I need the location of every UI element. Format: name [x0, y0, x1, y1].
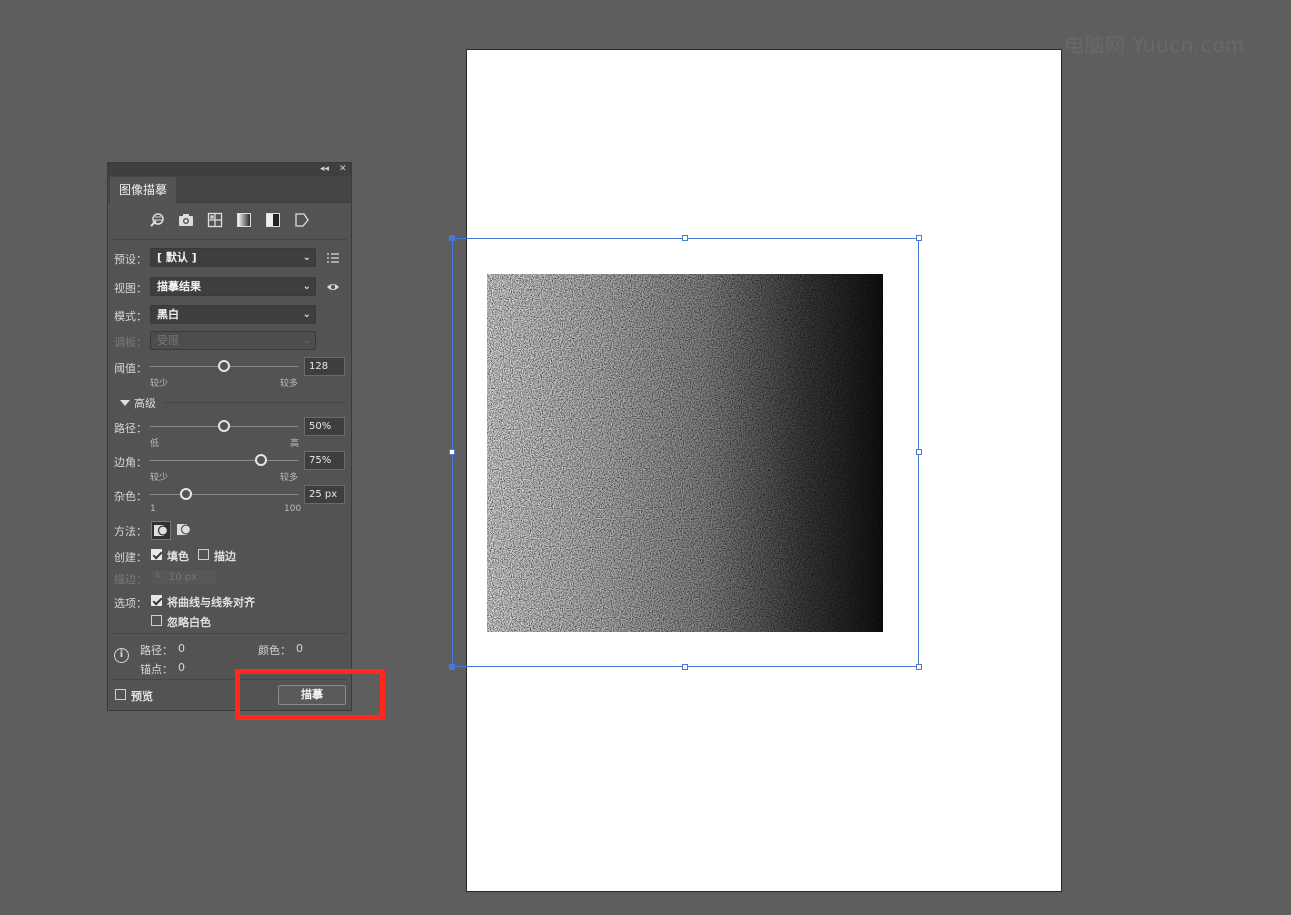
view-label: 视图： — [114, 282, 147, 295]
preview-checkbox[interactable] — [115, 689, 126, 700]
disclosure-triangle-icon — [120, 400, 130, 406]
options-label: 选项： — [114, 597, 147, 610]
noise-low-label: 1 — [150, 504, 156, 514]
create-label: 创建： — [114, 551, 147, 564]
noise-slider-thumb[interactable] — [179, 488, 192, 500]
palette-label: 调板： — [114, 336, 147, 349]
panel-title-bar[interactable]: ◂◂ ✕ — [108, 163, 351, 176]
info-icon: i — [114, 648, 129, 663]
grayscale-icon[interactable] — [236, 212, 252, 228]
ignore-white-checkbox[interactable] — [151, 615, 162, 626]
image-trace-panel: ◂◂ ✕ 图像描摹 预设： [默认] ⌄ 视图： 描摹结果 ⌄ 模式： 黑白… — [107, 162, 352, 711]
threshold-slider-thumb[interactable] — [218, 360, 230, 372]
corners-input[interactable]: 75% — [304, 451, 345, 470]
palette-value: 受限 — [157, 334, 179, 347]
close-icon[interactable]: ✕ — [339, 163, 347, 176]
overlapping-method-icon — [177, 524, 192, 535]
chevron-down-icon: ⌄ — [302, 335, 311, 346]
handle-top-right[interactable] — [916, 235, 922, 241]
stroke-width-label: 描边： — [114, 573, 147, 586]
paths-low-label: 低 — [150, 439, 160, 449]
ignore-white-label: 忽略白色 — [167, 616, 211, 629]
divider — [112, 633, 347, 634]
corners-high-label: 较多 — [280, 473, 299, 483]
corners-label: 边角： — [114, 456, 147, 469]
info-anchors-value: 0 — [178, 661, 185, 674]
threshold-input[interactable]: 128 — [304, 357, 345, 376]
corners-slider-thumb[interactable] — [255, 454, 267, 466]
divider — [112, 239, 347, 240]
divider — [164, 402, 347, 403]
paths-input[interactable]: 50% — [304, 417, 345, 436]
low-color-icon[interactable] — [207, 212, 223, 228]
trace-button-highlight — [235, 669, 385, 720]
eye-icon[interactable] — [326, 280, 340, 294]
collapse-icon[interactable]: ◂◂ — [320, 163, 329, 176]
handle-top-center[interactable] — [682, 235, 688, 241]
selection-bounding-box[interactable] — [452, 238, 919, 667]
handle-top-left[interactable] — [449, 235, 455, 241]
mode-label: 模式： — [114, 310, 147, 323]
info-paths-value: 0 — [178, 642, 185, 655]
chevron-down-icon: ⌄ — [302, 252, 311, 263]
stepper-icon: ⇳ — [154, 571, 162, 581]
corners-low-label: 较少 — [150, 473, 169, 483]
method-abutting-button[interactable] — [151, 521, 171, 540]
preset-icon-row — [108, 210, 351, 232]
preset-menu-icon[interactable] — [326, 251, 340, 265]
snap-curves-label: 将曲线与线条对齐 — [167, 596, 255, 609]
method-overlapping-button[interactable] — [175, 521, 195, 540]
threshold-label: 阈值： — [114, 362, 147, 375]
noise-label: 杂色： — [114, 490, 147, 503]
noise-input[interactable]: 25 px — [304, 485, 345, 504]
threshold-high-label: 较多 — [280, 379, 299, 389]
paths-label: 路径： — [114, 422, 147, 435]
abutting-method-icon — [154, 525, 169, 536]
handle-bottom-right[interactable] — [916, 664, 922, 670]
mode-select[interactable]: 黑白 ⌄ — [150, 305, 316, 324]
handle-middle-right[interactable] — [916, 449, 922, 455]
noise-high-label: 100 — [284, 504, 302, 514]
info-colors-value: 0 — [296, 642, 303, 655]
fill-checkbox[interactable] — [151, 549, 162, 560]
fill-label: 填色 — [167, 550, 189, 563]
threshold-low-label: 较少 — [150, 379, 169, 389]
panel-tab-row: 图像描摹 — [108, 176, 351, 204]
paths-slider-thumb[interactable] — [218, 420, 230, 432]
method-label: 方法： — [114, 525, 147, 538]
stroke-label: 描边 — [214, 550, 236, 563]
noise-slider-track[interactable] — [150, 494, 298, 495]
info-paths-label: 路径： — [140, 644, 173, 657]
handle-bottom-center[interactable] — [682, 664, 688, 670]
mode-value: 黑白 — [157, 308, 179, 321]
advanced-section-toggle[interactable]: 高级 — [120, 395, 156, 411]
preset-value: [ 默认 ] — [157, 251, 197, 264]
stroke-width-value: 10 px — [169, 572, 198, 583]
stroke-checkbox[interactable] — [198, 549, 209, 560]
info-colors-label: 颜色： — [258, 644, 291, 657]
preset-label: 预设： — [114, 253, 147, 266]
preview-label: 预览 — [131, 690, 153, 703]
paths-high-label: 高 — [290, 439, 300, 449]
corners-slider-track[interactable] — [150, 460, 298, 461]
handle-middle-left[interactable] — [449, 449, 455, 455]
snap-curves-checkbox[interactable] — [151, 595, 162, 606]
auto-color-icon[interactable] — [149, 212, 165, 228]
preset-select[interactable]: [ 默认 ] ⌄ — [150, 248, 316, 267]
view-select[interactable]: 描摹结果 ⌄ — [150, 277, 316, 296]
watermark: 电脑网 Yuucn.com — [1064, 33, 1245, 57]
high-color-icon[interactable] — [178, 212, 194, 228]
chevron-down-icon: ⌄ — [302, 309, 311, 320]
tab-image-trace[interactable]: 图像描摹 — [110, 177, 176, 204]
view-value: 描摹结果 — [157, 280, 201, 293]
chevron-down-icon: ⌄ — [302, 281, 311, 292]
black-white-icon[interactable] — [265, 212, 281, 228]
palette-select: 受限 ⌄ — [150, 331, 316, 350]
handle-bottom-left[interactable] — [449, 664, 455, 670]
outline-icon[interactable] — [294, 212, 310, 228]
info-anchors-label: 锚点： — [140, 663, 173, 676]
advanced-label: 高级 — [134, 397, 156, 410]
